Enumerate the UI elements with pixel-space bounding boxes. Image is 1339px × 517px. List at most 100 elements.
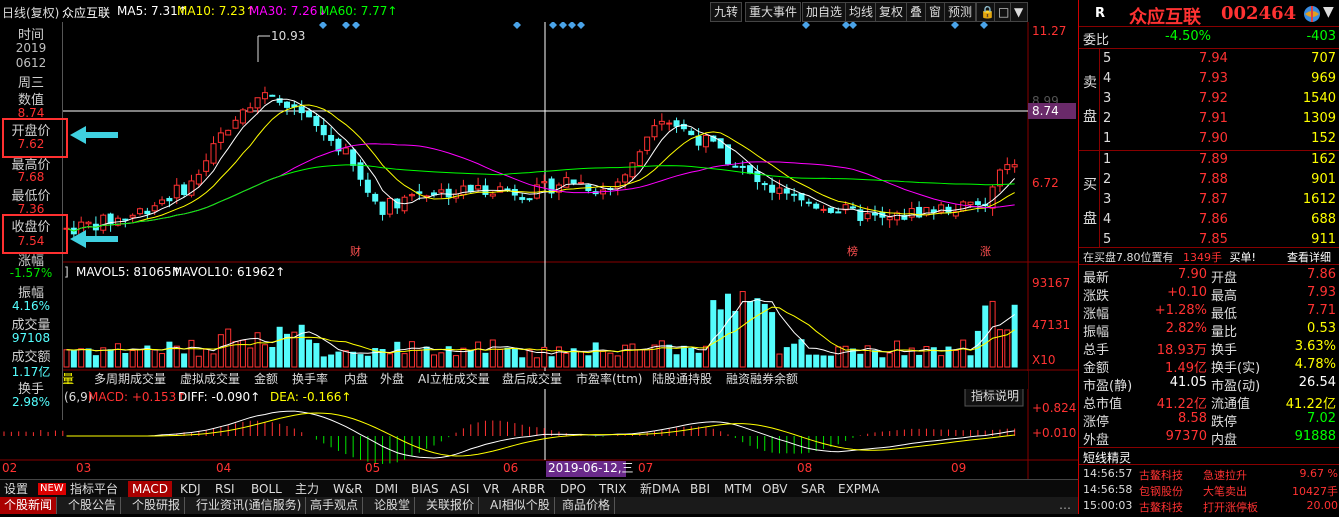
indicator-bbi[interactable]: BBI (690, 481, 710, 498)
indicator-wr[interactable]: W&R (333, 481, 363, 498)
indicator-vr[interactable]: VR (483, 481, 500, 498)
stat-value: 91888 (1295, 429, 1336, 444)
tab-after-hours[interactable]: 盘后成交量 (502, 371, 562, 388)
spirit-time: 14:56:58 (1083, 483, 1132, 496)
event-marker-limit[interactable]: 涨 (980, 245, 991, 258)
candle-body (240, 110, 245, 123)
stat-row: 市盈(静) 41.05 市盈(动) 26.54 (1079, 374, 1339, 393)
spirit-event: 大笔卖出 (1203, 483, 1247, 499)
indicator-rsi[interactable]: RSI (215, 481, 235, 498)
volume-bar (659, 341, 664, 367)
candle-body (138, 209, 143, 214)
tab-stock-forum[interactable]: 论股堂 (370, 497, 415, 514)
tab-ai-similar[interactable]: AI相似个股 (486, 497, 555, 514)
indicator-asi[interactable]: ASI (450, 481, 469, 498)
tab-stock-announcements[interactable]: 个股公告 (64, 497, 121, 514)
bottom-tabs: 个股新闻 个股公告 个股研报 行业资讯(通信服务) 高手观点 论股堂 关联报价 … (0, 497, 1078, 514)
indicator-dmi[interactable]: DMI (375, 481, 398, 498)
toolbar-jiuzhuan-button[interactable]: 九转 (710, 2, 742, 22)
indicator-trix[interactable]: TRIX (599, 481, 626, 498)
candle-body (740, 166, 745, 167)
indicator-new-dma[interactable]: 新DMA (640, 481, 680, 498)
tab-stock-news[interactable]: 个股新闻 (0, 497, 57, 514)
ma30-label: MA30: 7.26↓ (249, 4, 327, 18)
toolbar-window-button[interactable]: 窗 (925, 2, 945, 22)
indicator-mtm[interactable]: MTM (724, 481, 752, 498)
tab-industry-news[interactable]: 行业资讯(通信服务) (192, 497, 306, 514)
event-marker-finance[interactable]: 财 (350, 244, 361, 258)
tab-expert-views[interactable]: 高手观点 (306, 497, 363, 514)
toolbar-ma-button[interactable]: 均线 (845, 2, 877, 22)
vol-axis-top: 93167 (1032, 276, 1070, 290)
chart-area[interactable]: 11.27 8.99 8.74 6.72 10.93 财 榜 涨 ] MAVOL… (0, 22, 1078, 497)
spirit-row[interactable]: 15:00:03 古鳌科技 打开涨停板 20.00 (1079, 498, 1339, 517)
spirit-value: 9.67 % (1300, 467, 1338, 480)
level-number: 4 (1103, 71, 1111, 86)
tab-commodity-prices[interactable]: 商品价格 (558, 497, 615, 514)
candle-body (652, 126, 657, 137)
quote-panel: R 众应互联 002464 ▼ 委比 -4.50% -403 卖 盘 买 盘 在… (1078, 0, 1339, 514)
settings-button[interactable]: 设置 (4, 481, 28, 498)
candle-body (248, 108, 253, 112)
tab-stock-research[interactable]: 个股研报 (128, 497, 185, 514)
stat-label: 内盘 (1211, 429, 1237, 448)
indicator-platform-button[interactable]: 指标平台 (70, 481, 118, 498)
date-label: 05 (365, 461, 380, 475)
toolbar-adjust-button[interactable]: 复权 (875, 2, 907, 22)
indicator-dpo[interactable]: DPO (560, 481, 586, 498)
level-price: 7.93 (1199, 71, 1228, 86)
candle-body (145, 211, 150, 213)
tab-pe-ttm[interactable]: 市盈率(ttm) (576, 371, 642, 388)
tab-hk-holding[interactable]: 陆股通持股 (652, 371, 712, 388)
tab-turnover[interactable]: 换手率 (292, 371, 328, 388)
globe-icon[interactable] (1303, 5, 1321, 23)
dropdown-icon[interactable]: ▼ (1010, 2, 1028, 22)
order-note[interactable]: 在买盘7.80位置有 1349手 买单! (1083, 249, 1256, 265)
tab-virtual-volume[interactable]: 虚拟成交量 (180, 371, 240, 388)
toolbar-add-watch-button[interactable]: 加自选 (802, 2, 846, 22)
indicator-kdj[interactable]: KDJ (180, 481, 201, 498)
toolbar-overlay-button[interactable]: 叠 (906, 2, 926, 22)
indicator-main-force[interactable]: 主力 (295, 481, 319, 498)
date-label: 09 (951, 461, 966, 475)
buy-level-row: 4 7.86 688 (1079, 211, 1339, 230)
tab-related-quotes[interactable]: 关联报价 (422, 497, 479, 514)
indicator-obv[interactable]: OBV (762, 481, 788, 498)
indicator-sar[interactable]: SAR (801, 481, 825, 498)
spirit-time: 14:56:57 (1083, 467, 1132, 480)
volume-bar (358, 355, 363, 367)
tab-outer[interactable]: 外盘 (380, 371, 404, 388)
volume-bar (990, 301, 995, 367)
indicator-macd[interactable]: MACD (128, 481, 172, 498)
panel-menu-icon[interactable]: ▼ (1323, 4, 1334, 20)
tab-margin-balance[interactable]: 融资融券余额 (726, 371, 798, 388)
buy-level-row: 1 7.89 162 (1079, 151, 1339, 170)
tab-inner[interactable]: 内盘 (344, 371, 368, 388)
ma60-label: MA60: 7.77↑ (319, 4, 397, 18)
tab-amount[interactable]: 金额 (254, 371, 278, 388)
indicator-arbr[interactable]: ARBR (512, 481, 545, 498)
toolbar-forecast-button[interactable]: 预测 (944, 2, 976, 22)
spirit-stock: 古鳌科技 (1139, 499, 1183, 515)
tab-volume[interactable]: 量 (62, 371, 74, 388)
chart-type-label[interactable]: 日线(复权) (2, 4, 59, 21)
toolbar-events-button[interactable]: 重大事件 (745, 2, 801, 22)
stat-row: 外盘 97370 内盘 91888 (1079, 428, 1339, 447)
volume-bar (821, 356, 826, 367)
indicator-expma[interactable]: EXPMA (838, 481, 880, 498)
indicator-bar: 设置 NEW 指标平台 MACD KDJ RSI BOLL 主力 W&R DMI… (0, 479, 1078, 498)
more-icon[interactable]: … (1055, 497, 1075, 514)
lock-icon[interactable]: 🔒 (976, 2, 996, 22)
indicator-bias[interactable]: BIAS (411, 481, 439, 498)
volume-bar (527, 350, 532, 367)
tab-ai-volume[interactable]: AI立桩成交量 (418, 371, 490, 388)
view-detail-link[interactable]: 查看详细 (1287, 249, 1331, 265)
spirit-value: 10427手 (1292, 483, 1338, 499)
event-marker-rank[interactable]: 榜 (847, 244, 858, 258)
tab-multi-period-volume[interactable]: 多周期成交量 (94, 371, 166, 388)
indicator-boll[interactable]: BOLL (251, 481, 282, 498)
volume-bar (777, 354, 782, 367)
volume-bar (160, 354, 165, 367)
candle-body (196, 174, 201, 184)
candle-body (329, 135, 334, 140)
